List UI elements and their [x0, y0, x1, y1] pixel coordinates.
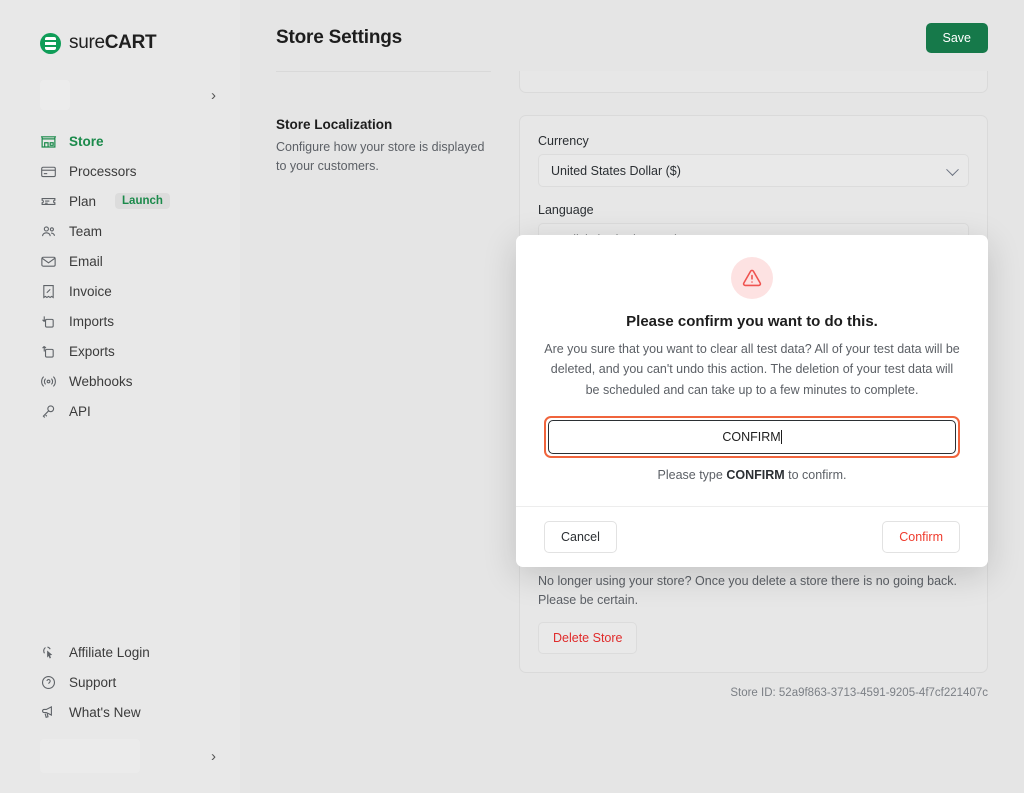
save-button[interactable]: Save [926, 23, 989, 53]
webhook-icon [40, 373, 57, 390]
sidebar-item-label: Affiliate Login [69, 645, 150, 660]
confirm-input[interactable]: CONFIRM [548, 420, 956, 454]
sidebar-item-whats-new[interactable]: What's New [0, 697, 240, 727]
megaphone-icon [40, 704, 57, 721]
section-description: Configure how your store is displayed to… [276, 138, 491, 174]
delete-store-button[interactable]: Delete Store [538, 622, 637, 654]
sidebar-item-processors[interactable]: Processors [0, 156, 240, 186]
secondary-nav: Affiliate Login Support What's New [0, 637, 240, 793]
plan-badge: Launch [115, 193, 170, 209]
confirm-input-value: CONFIRM [722, 430, 780, 444]
sidebar-item-label: Team [69, 224, 102, 239]
chevron-right-icon[interactable]: › [211, 749, 224, 764]
sidebar-item-exports[interactable]: Exports [0, 336, 240, 366]
previous-section-partial [276, 71, 988, 93]
sidebar-item-affiliate-login[interactable]: Affiliate Login [0, 637, 240, 667]
section-title: Store Localization [276, 117, 491, 132]
sidebar-item-label: Imports [69, 314, 114, 329]
confirm-input-focus-ring: CONFIRM [544, 416, 960, 458]
ticket-icon [40, 193, 57, 210]
warning-triangle-icon [731, 257, 773, 299]
language-label: Language [538, 203, 969, 217]
sidebar-item-imports[interactable]: Imports [0, 306, 240, 336]
chevron-right-icon[interactable]: › [211, 88, 224, 103]
sidebar-item-webhooks[interactable]: Webhooks [0, 366, 240, 396]
credit-card-icon [40, 163, 57, 180]
sidebar-item-api[interactable]: API [0, 396, 240, 426]
sidebar-item-label: Support [69, 675, 116, 690]
sidebar-item-plan[interactable]: Plan Launch [0, 186, 240, 216]
confirm-modal-title: Please confirm you want to do this. [544, 313, 960, 330]
invoice-icon [40, 283, 57, 300]
confirm-modal-text: Are you sure that you want to clear all … [544, 339, 960, 400]
envelope-icon [40, 253, 57, 270]
confirm-modal-body: Please confirm you want to do this. Are … [516, 235, 988, 506]
delete-store-info [276, 533, 491, 674]
skeleton-placeholder [40, 739, 140, 773]
brand-name-bold: CART [105, 32, 157, 53]
sidebar: sureCART › Store Proc [0, 0, 240, 793]
help-suffix: to confirm. [785, 468, 847, 482]
surecart-logo-icon [40, 33, 61, 54]
skeleton-placeholder [40, 80, 70, 110]
export-icon [40, 343, 57, 360]
sidebar-item-label: Exports [69, 344, 115, 359]
cancel-button[interactable]: Cancel [544, 521, 617, 553]
users-icon [40, 223, 57, 240]
brand-name-light: sure [69, 32, 105, 53]
sidebar-item-label: Plan [69, 194, 96, 209]
currency-select[interactable]: United States Dollar ($) [538, 154, 969, 187]
page-header: Store Settings Save [276, 0, 988, 71]
sidebar-item-label: Processors [69, 164, 137, 179]
brand-logo[interactable]: sureCART [0, 28, 240, 58]
confirm-button[interactable]: Confirm [882, 521, 960, 553]
store-switcher-skeleton[interactable]: › [40, 80, 224, 110]
store-icon [40, 133, 57, 150]
sidebar-item-email[interactable]: Email [0, 246, 240, 276]
sidebar-item-label: Webhooks [69, 374, 133, 389]
help-keyword: CONFIRM [726, 468, 784, 482]
sidebar-item-label: What's New [69, 705, 141, 720]
sidebar-item-label: API [69, 404, 91, 419]
import-icon [40, 313, 57, 330]
sidebar-item-label: Store [69, 134, 104, 149]
text-cursor [781, 430, 782, 444]
sidebar-item-invoice[interactable]: Invoice [0, 276, 240, 306]
confirm-modal: Please confirm you want to do this. Are … [516, 235, 988, 567]
brand-name: sureCART [69, 32, 156, 54]
app-root: sureCART › Store Proc [0, 0, 1024, 793]
sidebar-item-support[interactable]: Support [0, 667, 240, 697]
chevron-down-icon [946, 163, 959, 176]
store-id-footer: Store ID: 52a9f863-3713-4591-9205-4f7cf2… [276, 673, 988, 699]
previous-section-left [276, 71, 491, 89]
currency-value: United States Dollar ($) [551, 164, 681, 178]
cursor-click-icon [40, 644, 57, 661]
account-switcher-skeleton[interactable]: › [40, 741, 224, 771]
store-localization-info: Store Localization Configure how your st… [276, 115, 491, 364]
currency-field: Currency United States Dollar ($) [538, 134, 969, 187]
sidebar-item-store[interactable]: Store [0, 126, 240, 156]
clear-test-data-info [276, 388, 491, 511]
sidebar-item-team[interactable]: Team [0, 216, 240, 246]
key-icon [40, 403, 57, 420]
main-content: Store Settings Save Store Localization C… [240, 0, 1024, 793]
page-title: Store Settings [276, 27, 402, 49]
previous-section-card [519, 71, 988, 93]
question-circle-icon [40, 674, 57, 691]
currency-label: Currency [538, 134, 969, 148]
sidebar-item-label: Email [69, 254, 103, 269]
delete-store-description: No longer using your store? Once you del… [538, 572, 969, 610]
confirm-modal-footer: Cancel Confirm [516, 506, 988, 567]
primary-nav: Store Processors Plan Launch [0, 126, 240, 426]
help-prefix: Please type [658, 468, 727, 482]
sidebar-item-label: Invoice [69, 284, 112, 299]
confirm-input-help: Please type CONFIRM to confirm. [544, 468, 960, 482]
